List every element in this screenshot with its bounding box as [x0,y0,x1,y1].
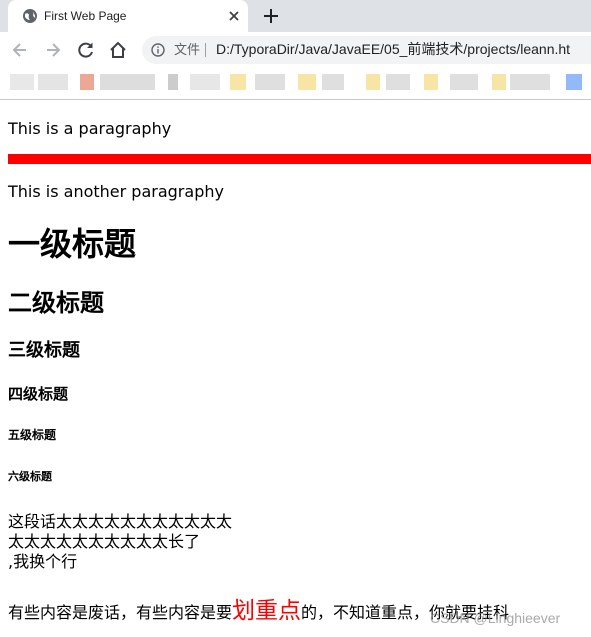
paragraph-line: 太太太太太太太太太太长了 [8,532,201,551]
home-icon[interactable] [108,40,128,60]
back-icon[interactable] [10,40,30,60]
heading-3: 三级标题 [8,340,80,361]
bookmark-item[interactable] [230,74,246,90]
bookmark-item[interactable] [168,74,178,90]
tab-title: First Web Page [44,9,127,23]
heading-4: 四级标题 [8,385,69,403]
bookmark-item[interactable] [100,74,155,90]
bookmark-item[interactable] [450,74,478,90]
tab-strip: First Web Page [0,0,591,32]
bookmark-item[interactable] [366,74,380,90]
bookmark-item[interactable] [80,74,94,90]
info-icon[interactable] [151,43,165,57]
bookmark-item[interactable] [510,74,550,90]
close-icon[interactable] [226,8,242,24]
paragraph-line: ,我换个行 [8,552,78,571]
watermark: CSDN @Linghieever [430,610,561,626]
bookmark-item[interactable] [322,74,344,90]
bookmarks-bar [0,68,591,98]
final-text-before: 有些内容是废话，有些内容是要 [8,603,233,622]
bookmark-item[interactable] [424,74,438,90]
paragraph-line: 这段话太太太太太太太太太太太 [8,512,233,531]
chrome-divider [0,99,591,100]
forward-icon[interactable] [43,40,63,60]
bookmark-item[interactable] [255,74,285,90]
bookmark-item[interactable] [566,74,582,90]
multiline-paragraph: 这段话太太太太太太太太太太太 太太太太太太太太太太长了 ,我换个行 [8,512,232,572]
bookmark-item[interactable] [190,74,220,90]
file-label: 文件 [174,42,201,57]
new-tab-icon[interactable] [262,7,280,25]
heading-5: 五级标题 [8,428,57,442]
bookmark-item[interactable] [298,74,316,90]
paragraph-1: This is a paragraphy [8,119,172,138]
address-bar[interactable]: 文件 D:/TyporaDir/Java/JavaEE/05_前端技术/proj… [142,36,591,64]
bookmark-item[interactable] [38,74,68,90]
emphasis-text: 划重点 [232,598,302,624]
globe-icon [23,9,37,23]
paragraph-2: This is another paragraphy [8,182,224,201]
heading-6: 六级标题 [8,470,52,483]
heading-2: 二级标题 [8,289,104,317]
reload-icon[interactable] [76,40,96,60]
browser-tab[interactable]: First Web Page [8,0,248,32]
bookmark-item[interactable] [492,74,506,90]
bookmark-item[interactable] [386,74,410,90]
url-text[interactable]: D:/TyporaDir/Java/JavaEE/05_前端技术/project… [216,41,570,58]
heading-1: 一级标题 [8,225,137,263]
browser-toolbar: 文件 D:/TyporaDir/Java/JavaEE/05_前端技术/proj… [0,32,591,68]
horizontal-rule [8,154,591,164]
address-separator [205,43,206,57]
bookmark-item[interactable] [10,74,34,90]
